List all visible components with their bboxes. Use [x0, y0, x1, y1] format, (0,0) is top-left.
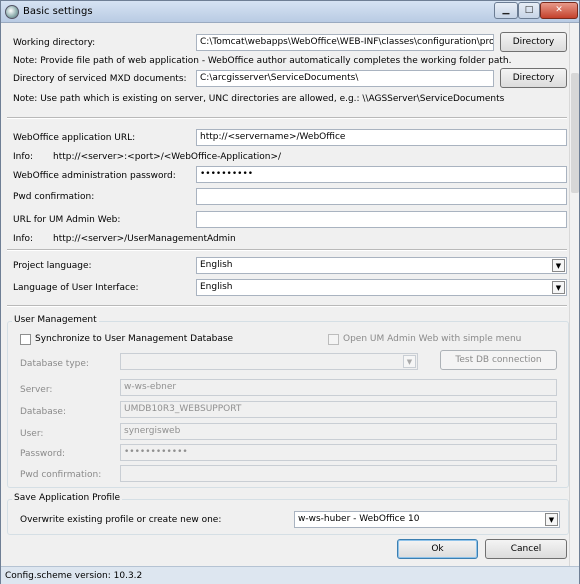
title-bar[interactable]: Basic settings ▁ □ ✕: [1, 1, 579, 23]
basic-settings-window: Basic settings ▁ □ ✕ Working directory: …: [0, 0, 580, 584]
ok-button[interactable]: Ok: [397, 539, 478, 559]
mxd-dir-directory-button[interactable]: Directory: [500, 68, 567, 88]
app-url-label: WebOffice application URL:: [13, 133, 136, 143]
maximize-button[interactable]: □: [518, 2, 540, 19]
working-dir-input[interactable]: C:\Tomcat\webapps\WebOffice\WEB-INF\clas…: [196, 34, 494, 51]
cancel-button[interactable]: Cancel: [485, 539, 567, 559]
app-url-input[interactable]: http://<servername>/WebOffice: [196, 129, 567, 146]
um-url-input[interactable]: [196, 211, 567, 228]
working-dir-note: Note: Provide file path of web applicati…: [13, 56, 512, 66]
app-url-info-value: http://<server>:<port>/<WebOffice-Applic…: [53, 152, 282, 162]
chevron-down-icon[interactable]: ▼: [403, 355, 416, 368]
database-input[interactable]: UMDB10R3_WEBSUPPORT: [120, 401, 557, 418]
working-dir-directory-button[interactable]: Directory: [500, 32, 567, 52]
db-type-label: Database type:: [20, 359, 89, 369]
working-dir-label: Working directory:: [13, 38, 96, 48]
chevron-down-icon[interactable]: ▼: [552, 281, 565, 294]
password-label: Password:: [20, 449, 66, 459]
vertical-scrollbar[interactable]: [569, 23, 579, 567]
user-input[interactable]: synergisweb: [120, 423, 557, 440]
um-url-label: URL for UM Admin Web:: [13, 215, 121, 225]
profile-select[interactable]: w-ws-huber - WebOffice 10 ▼: [294, 511, 560, 528]
project-language-value: English: [200, 260, 233, 270]
profile-value: w-ws-huber - WebOffice 10: [298, 514, 420, 524]
admin-password-input[interactable]: ••••••••••: [196, 166, 567, 183]
project-language-label: Project language:: [13, 261, 92, 271]
mxd-dir-label: Directory of serviced MXD documents:: [13, 74, 187, 84]
um-url-info-value: http://<server>/UserManagementAdmin: [53, 234, 236, 244]
um-pwd-confirmation-label: Pwd confirmation:: [20, 470, 102, 480]
um-url-info-label: Info:: [13, 234, 34, 244]
app-icon: [5, 5, 19, 19]
ui-language-label: Language of User Interface:: [13, 283, 139, 293]
admin-password-label: WebOffice administration password:: [13, 171, 176, 181]
sync-um-label: Synchronize to User Management Database: [35, 334, 234, 344]
pwd-confirmation-label: Pwd confirmation:: [13, 192, 95, 202]
divider: [7, 249, 567, 251]
app-url-info-label: Info:: [13, 152, 34, 162]
minimize-button[interactable]: ▁: [494, 2, 518, 19]
mxd-dir-input[interactable]: C:\arcgisserver\ServiceDocuments\: [196, 70, 494, 87]
window-title: Basic settings: [23, 6, 93, 17]
status-bar: Config.scheme version: 10.3.2: [1, 566, 579, 584]
sync-um-checkbox[interactable]: [20, 334, 31, 345]
divider: [7, 117, 567, 119]
scrollbar-thumb[interactable]: [571, 73, 579, 193]
database-label: Database:: [20, 407, 66, 417]
save-profile-title: Save Application Profile: [12, 493, 123, 503]
pwd-confirmation-input[interactable]: [196, 188, 567, 205]
test-db-connection-button[interactable]: Test DB connection: [440, 350, 557, 370]
password-input[interactable]: ••••••••••••: [120, 444, 557, 461]
um-pwd-confirmation-input[interactable]: [120, 465, 557, 482]
server-label: Server:: [20, 385, 53, 395]
chevron-down-icon[interactable]: ▼: [552, 259, 565, 272]
status-text: Config.scheme version: 10.3.2: [5, 571, 143, 581]
open-um-simple-checkbox[interactable]: [328, 334, 339, 345]
profile-label: Overwrite existing profile or create new…: [20, 515, 222, 525]
project-language-select[interactable]: English ▼: [196, 257, 567, 274]
mxd-dir-note: Note: Use path which is existing on serv…: [13, 94, 505, 104]
server-input[interactable]: w-ws-ebner: [120, 379, 557, 396]
user-label: User:: [20, 429, 44, 439]
ui-language-select[interactable]: English ▼: [196, 279, 567, 296]
chevron-down-icon[interactable]: ▼: [545, 513, 558, 526]
divider: [7, 305, 567, 307]
close-button[interactable]: ✕: [540, 2, 578, 19]
user-management-title: User Management: [12, 315, 99, 325]
db-type-select[interactable]: ▼: [120, 353, 418, 370]
ui-language-value: English: [200, 282, 233, 292]
open-um-simple-label: Open UM Admin Web with simple menu: [343, 334, 522, 344]
